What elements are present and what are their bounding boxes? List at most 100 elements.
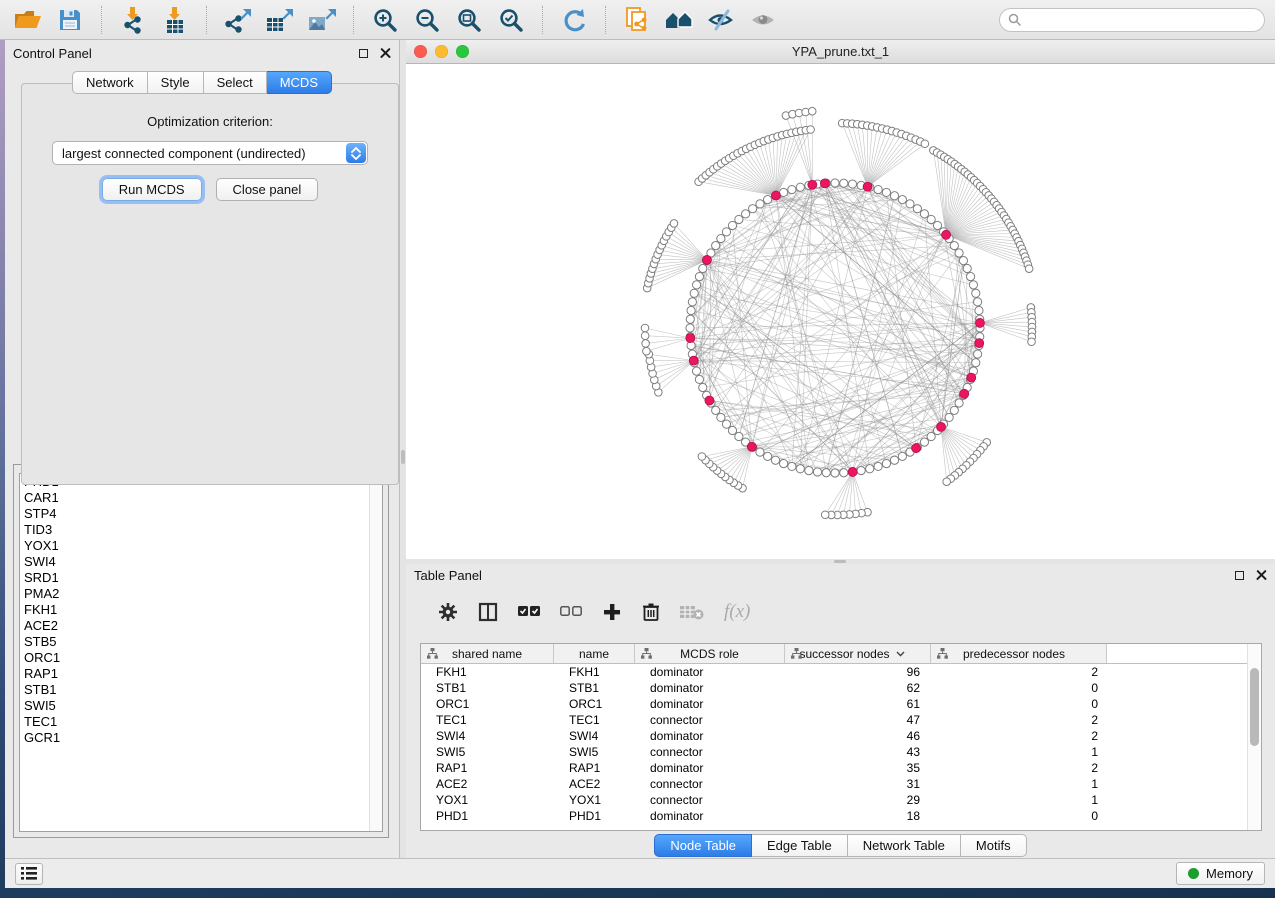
network-node[interactable] xyxy=(796,465,804,473)
network-node[interactable] xyxy=(722,420,730,428)
network-node[interactable] xyxy=(698,453,706,461)
network-node[interactable] xyxy=(788,185,796,193)
mcds-result-item[interactable]: CAR1 xyxy=(20,490,382,506)
tab-style[interactable]: Style xyxy=(148,71,204,94)
mcds-result-item[interactable]: STB1 xyxy=(20,682,382,698)
network-node[interactable] xyxy=(955,399,963,407)
import-table-icon[interactable] xyxy=(157,4,193,36)
network-node[interactable] xyxy=(950,406,958,414)
tab-network[interactable]: Network xyxy=(72,71,148,94)
network-node[interactable] xyxy=(756,448,764,456)
add-column-icon[interactable] xyxy=(602,602,622,622)
network-node[interactable] xyxy=(749,205,757,213)
close-panel-button[interactable]: Close panel xyxy=(216,178,319,201)
table-row[interactable]: YOX1YOX1connector291 xyxy=(421,792,1261,808)
network-node[interactable] xyxy=(927,215,935,223)
open-session-icon[interactable] xyxy=(10,4,46,36)
network-node[interactable] xyxy=(882,188,890,196)
export-table-icon[interactable] xyxy=(262,4,298,36)
network-node[interactable] xyxy=(874,185,882,193)
network-node[interactable] xyxy=(690,289,698,297)
network-node[interactable] xyxy=(972,289,980,297)
network-node[interactable] xyxy=(857,467,865,475)
network-node[interactable] xyxy=(741,210,749,218)
network-node[interactable] xyxy=(848,180,856,188)
close-panel-icon[interactable] xyxy=(1256,570,1267,581)
column-header-name[interactable]: name xyxy=(554,644,635,663)
dominator-node[interactable] xyxy=(975,339,984,348)
network-node[interactable] xyxy=(712,242,720,250)
column-header-MCDS-role[interactable]: MCDS role xyxy=(635,644,785,663)
dominator-node[interactable] xyxy=(960,389,969,398)
network-node[interactable] xyxy=(643,347,651,355)
network-node[interactable] xyxy=(756,200,764,208)
network-node[interactable] xyxy=(722,228,730,236)
mcds-result-list[interactable]: PHD1CAR1STP4TID3YOX1SWI4SRD1PMA2FKH1ACE2… xyxy=(19,473,383,832)
network-node[interactable] xyxy=(822,469,830,477)
delete-column-icon[interactable] xyxy=(642,602,660,622)
table-row[interactable]: TEC1TEC1connector472 xyxy=(421,712,1261,728)
zoom-in-icon[interactable] xyxy=(367,4,403,36)
export-image-icon[interactable] xyxy=(304,4,340,36)
network-node[interactable] xyxy=(686,315,694,323)
dominator-node[interactable] xyxy=(820,179,829,188)
search-input[interactable] xyxy=(1026,13,1256,27)
network-node[interactable] xyxy=(642,340,650,348)
table-row[interactable]: RAP1RAP1dominator352 xyxy=(421,760,1261,776)
hide-panel-icon[interactable] xyxy=(703,4,739,36)
network-node[interactable] xyxy=(966,272,974,280)
table-scrollbar[interactable] xyxy=(1247,644,1261,830)
mcds-result-item[interactable]: RAP1 xyxy=(20,666,382,682)
network-node[interactable] xyxy=(840,469,848,477)
table-row[interactable]: FKH1FKH1dominator962 xyxy=(421,664,1261,680)
network-node[interactable] xyxy=(807,126,815,134)
mcds-result-item[interactable]: YOX1 xyxy=(20,538,382,554)
gear-icon[interactable] xyxy=(438,602,458,622)
network-node[interactable] xyxy=(695,272,703,280)
network-node[interactable] xyxy=(641,324,649,332)
mcds-result-item[interactable]: SWI5 xyxy=(20,698,382,714)
zoom-out-icon[interactable] xyxy=(409,4,445,36)
float-panel-icon[interactable] xyxy=(359,49,368,58)
network-node[interactable] xyxy=(898,196,906,204)
save-session-icon[interactable] xyxy=(52,4,88,36)
network-node[interactable] xyxy=(699,264,707,272)
column-pane-icon[interactable] xyxy=(478,602,498,622)
network-node[interactable] xyxy=(831,179,839,187)
zoom-fit-icon[interactable] xyxy=(451,4,487,36)
network-node[interactable] xyxy=(692,367,700,375)
show-panel-icon[interactable] xyxy=(745,4,781,36)
tab-edge-table[interactable]: Edge Table xyxy=(752,834,848,857)
mcds-result-item[interactable]: TID3 xyxy=(20,522,382,538)
network-node[interactable] xyxy=(963,264,971,272)
splitter-grip[interactable] xyxy=(401,450,405,464)
mcds-result-item[interactable]: PMA2 xyxy=(20,586,382,602)
table-row[interactable]: SWI5SWI5connector431 xyxy=(421,744,1261,760)
network-node[interactable] xyxy=(972,359,980,367)
show-all-networks-icon[interactable] xyxy=(661,4,697,36)
network-node[interactable] xyxy=(728,221,736,229)
dominator-node[interactable] xyxy=(937,422,946,431)
network-node[interactable] xyxy=(920,210,928,218)
network-node[interactable] xyxy=(920,438,928,446)
network-node[interactable] xyxy=(695,375,703,383)
close-panel-icon[interactable] xyxy=(380,48,391,59)
network-node[interactable] xyxy=(699,383,707,391)
network-node[interactable] xyxy=(712,406,720,414)
float-panel-icon[interactable] xyxy=(1235,571,1244,580)
column-header-successor-nodes[interactable]: successor nodes xyxy=(785,644,931,663)
table-row[interactable]: ACE2ACE2connector311 xyxy=(421,776,1261,792)
tab-motifs[interactable]: Motifs xyxy=(961,834,1027,857)
network-list-button[interactable] xyxy=(15,863,43,885)
network-node[interactable] xyxy=(943,478,951,486)
mcds-result-item[interactable]: SRD1 xyxy=(20,570,382,586)
network-node[interactable] xyxy=(641,332,649,340)
mcds-result-item[interactable]: ACE2 xyxy=(20,618,382,634)
network-node[interactable] xyxy=(866,465,874,473)
network-node[interactable] xyxy=(687,306,695,314)
network-node[interactable] xyxy=(1028,338,1036,346)
table-row[interactable]: ORC1ORC1dominator610 xyxy=(421,696,1261,712)
deselect-all-icon[interactable] xyxy=(560,605,582,619)
network-node[interactable] xyxy=(728,426,736,434)
network-node[interactable] xyxy=(735,215,743,223)
